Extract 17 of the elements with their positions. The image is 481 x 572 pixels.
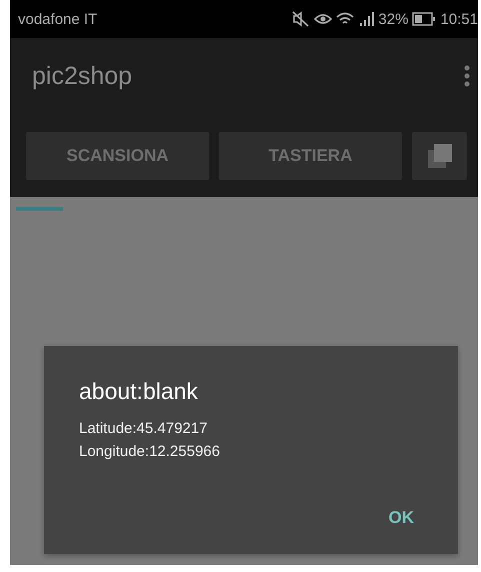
battery-icon <box>412 12 436 26</box>
battery-percent: 32% <box>378 10 408 28</box>
copy-icon <box>426 142 452 168</box>
carrier-name: vodafone IT <box>18 10 98 28</box>
ok-button[interactable]: OK <box>388 508 414 528</box>
copy-button[interactable] <box>412 132 467 180</box>
dialog-title: about:blank <box>79 378 199 405</box>
tab-button[interactable]: SCANSIONA <box>26 132 209 180</box>
dialog-text: Longitude:12.255966 <box>79 442 221 462</box>
app-title: pic2shop <box>32 62 134 90</box>
mute-icon <box>292 11 310 27</box>
eye-icon <box>314 11 332 27</box>
signal-icon <box>358 11 374 27</box>
more-icon[interactable] <box>464 65 470 87</box>
clock: 10:51 <box>440 10 478 28</box>
dialog-text: Latitude:45.479217 <box>79 419 208 439</box>
tab-button[interactable]: TASTIERA <box>219 132 402 180</box>
